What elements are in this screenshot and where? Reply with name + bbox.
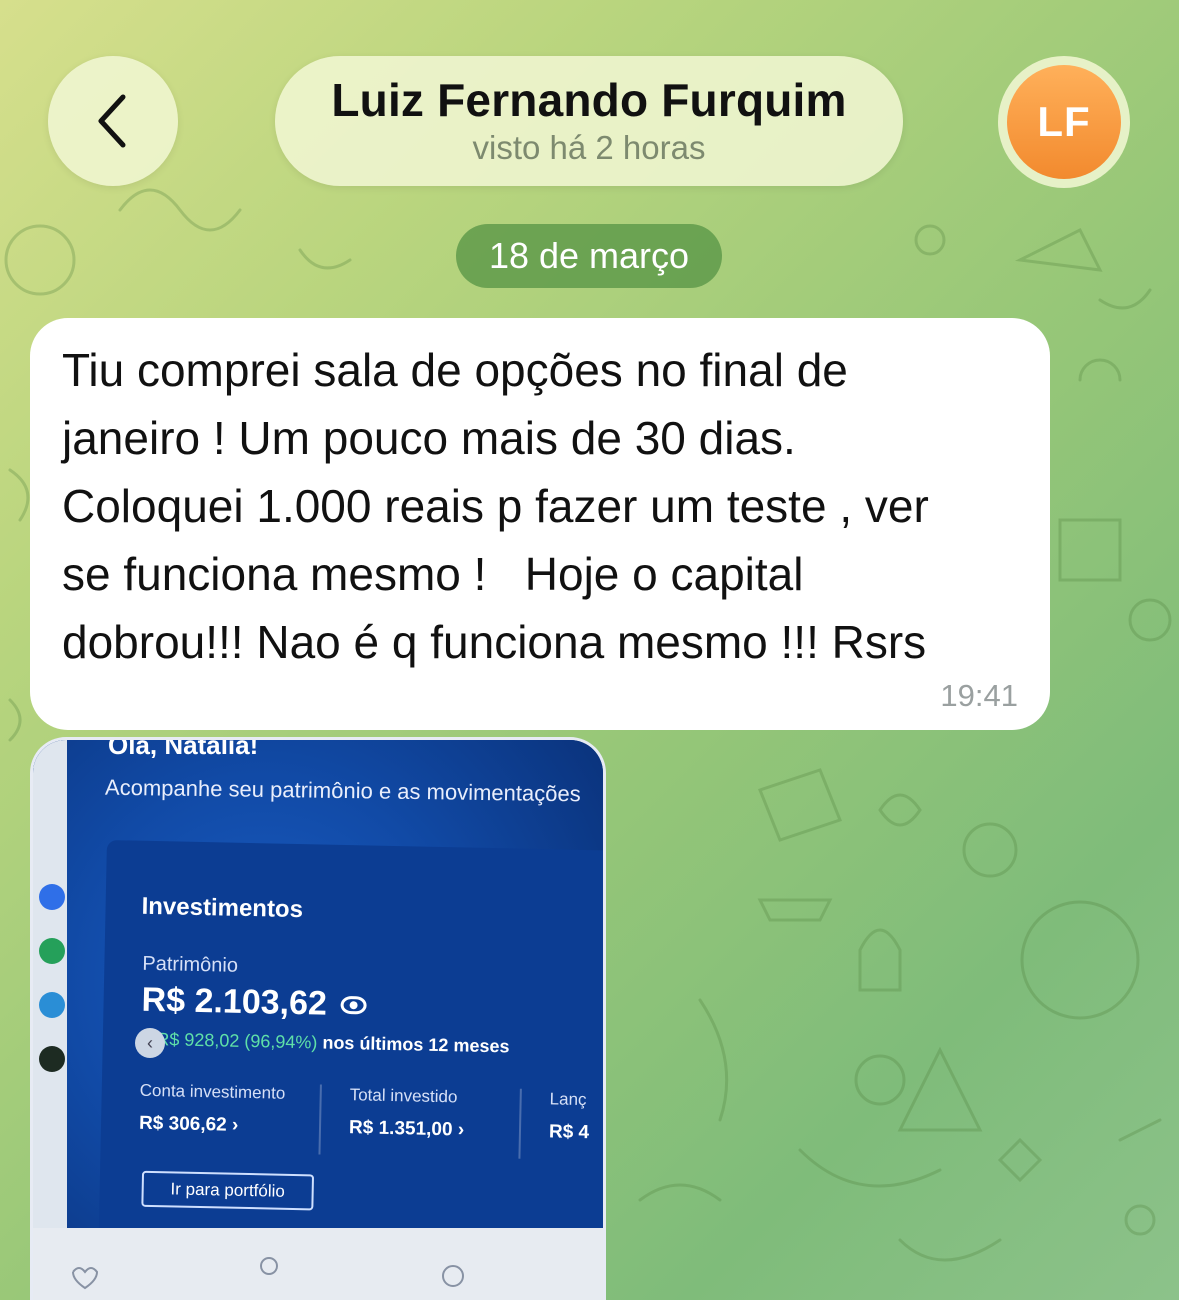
conta-investimento-value: R$ 306,62 › — [138, 1112, 239, 1136]
photo-sidebar — [33, 740, 67, 1300]
message-text: Tiu comprei sala de opções no final de j… — [62, 344, 929, 668]
lancamentos-label: Lanç — [549, 1089, 587, 1110]
lancamentos-value: R$ 4 — [548, 1121, 590, 1144]
conta-investimento-label: Conta investimento — [139, 1080, 286, 1103]
patrimonio-change: + R$ 928,02 (96,94%) nos últimos 12 mese… — [141, 1029, 510, 1058]
patrimonio-value-row: R$ 2.103,62 — [141, 980, 368, 1025]
portfolio-button: Ir para portfólio — [141, 1170, 315, 1211]
messenger-icon — [39, 884, 65, 910]
currency-icon — [260, 1257, 278, 1275]
message-time: 19:41 — [940, 678, 1018, 713]
heart-icon — [72, 1267, 99, 1290]
change-period: nos últimos 12 meses — [322, 1032, 510, 1057]
conta-investimento-column: Conta investimento R$ 306,62 › — [139, 1081, 286, 1138]
investments-card: Investimentos Patrimônio R$ 2.103,62 + R… — [98, 840, 603, 1251]
eye-icon — [340, 995, 368, 1014]
column-divider — [318, 1084, 322, 1155]
spotify-icon — [39, 1046, 65, 1072]
chevron-left-icon: ‹ — [135, 1028, 165, 1058]
chat-screen: Luiz Fernando Furquim visto há 2 horas L… — [0, 0, 1179, 1300]
chat-header-title[interactable]: Luiz Fernando Furquim visto há 2 horas — [275, 56, 903, 186]
back-button[interactable] — [48, 56, 178, 186]
change-amount: + R$ 928,02 (96,94%) — [140, 1028, 318, 1053]
investments-title: Investimentos — [141, 892, 304, 924]
photo-message[interactable]: Olá, Natália! Acompanhe seu patrimônio e… — [30, 737, 606, 1300]
contact-name: Luiz Fernando Furquim — [331, 74, 847, 126]
avatar: LF — [1007, 65, 1121, 179]
contact-avatar-button[interactable]: LF — [998, 56, 1130, 188]
date-separator: 18 de março — [456, 224, 722, 288]
message-bubble[interactable]: Tiu comprei sala de opções no final de j… — [30, 318, 1050, 730]
last-seen-status: visto há 2 horas — [472, 129, 706, 166]
column-divider — [518, 1088, 522, 1159]
total-investido-label: Total investido — [349, 1085, 458, 1107]
total-investido-value: R$ 1.351,00 › — [348, 1117, 465, 1141]
photo-content: Olá, Natália! Acompanhe seu patrimônio e… — [33, 737, 603, 1300]
chevron-left-icon — [98, 94, 126, 148]
total-investido-column: Total investido R$ 1.351,00 › — [349, 1085, 465, 1141]
telegram-icon — [39, 992, 65, 1018]
whatsapp-icon — [39, 938, 65, 964]
patrimonio-label: Patrimônio — [142, 952, 239, 977]
photo-bottom-bar — [33, 1228, 603, 1300]
chart-icon — [442, 1265, 464, 1287]
photo-greeting: Olá, Natália! — [108, 737, 259, 760]
lancamentos-column: Lanç R$ 4 — [549, 1089, 590, 1144]
photo-subtitle: Acompanhe seu patrimônio e as movimentaç… — [104, 774, 581, 807]
patrimonio-value: R$ 2.103,62 — [141, 980, 328, 1023]
bottom-bar-icons — [72, 1257, 464, 1290]
